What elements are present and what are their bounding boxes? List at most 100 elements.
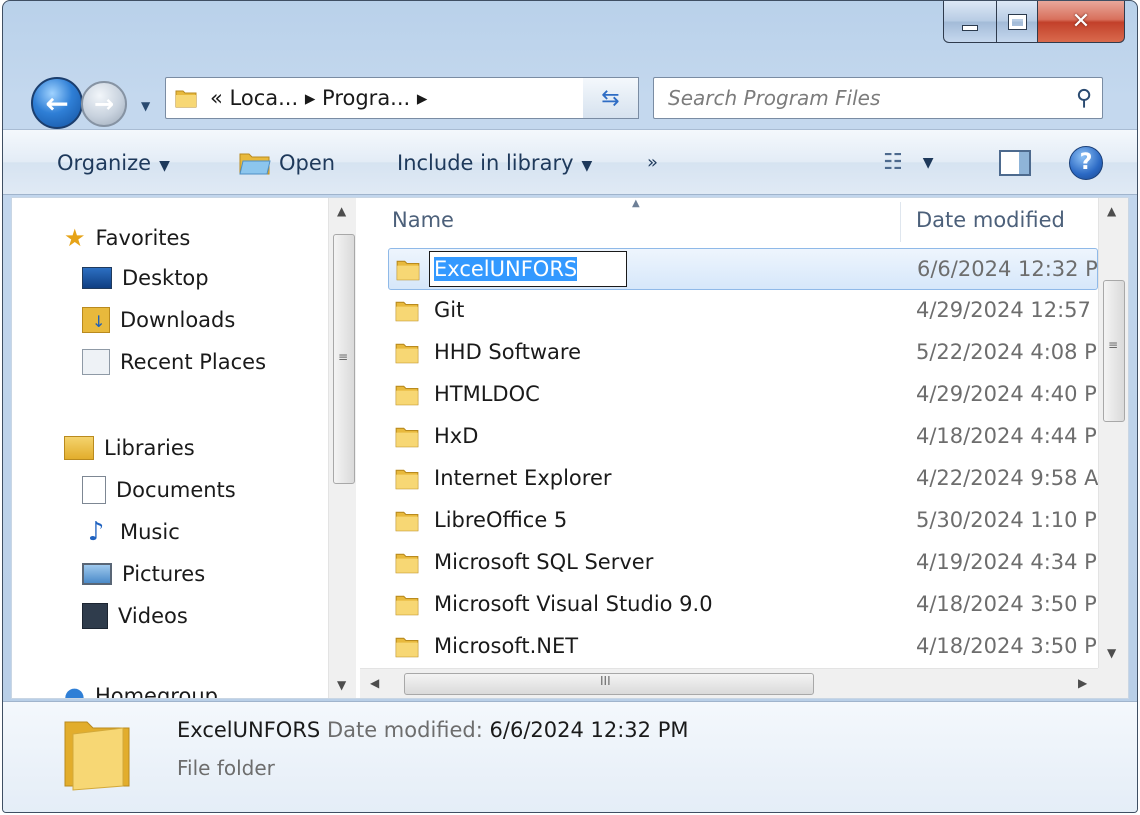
folder-icon <box>395 595 419 616</box>
forward-arrow-icon: → <box>93 90 115 118</box>
file-date: 5/30/2024 1:10 PM <box>916 508 1098 532</box>
nav-item-label: Downloads <box>120 308 236 332</box>
file-row[interactable]: Microsoft SQL Server 4/19/2024 4:34 PM <box>360 542 1098 584</box>
nav-item-label: Recent Places <box>120 350 267 374</box>
scroll-left-arrow-icon[interactable]: ◀ <box>370 676 379 690</box>
nav-item-videos[interactable]: Videos <box>82 598 188 634</box>
nav-item-pictures[interactable]: Pictures <box>82 556 205 592</box>
file-name: LibreOffice 5 <box>434 508 568 532</box>
maximize-icon <box>1007 13 1027 30</box>
folder-icon <box>395 301 419 322</box>
file-date: 4/19/2024 4:34 PM <box>916 550 1098 574</box>
navpane-scrollbar[interactable]: ▲ ≡ ▼ <box>328 198 356 698</box>
nav-group-libraries[interactable]: Libraries <box>64 430 195 466</box>
file-rows: ExcelUNFORS 6/6/2024 12:32 PM Git 4/29/2… <box>360 248 1099 668</box>
nav-item-label: Videos <box>118 604 188 628</box>
nav-item-label: Documents <box>116 478 236 502</box>
star-icon: ★ <box>64 224 86 252</box>
details-item-name: ExcelUNFORS <box>177 718 321 742</box>
nav-group-label: Libraries <box>104 436 195 460</box>
chevron-down-icon: ▼ <box>581 158 593 174</box>
file-row[interactable]: Microsoft.NET 4/18/2024 3:50 PM <box>360 626 1098 668</box>
nav-item-desktop[interactable]: Desktop <box>82 260 209 296</box>
minimize-button[interactable] <box>943 1 997 43</box>
scrollbar-corner <box>1098 668 1128 698</box>
music-icon: ♪ <box>87 517 105 547</box>
organize-button[interactable]: Organize ▼ <box>57 130 170 196</box>
file-date: 4/29/2024 12:57 PM <box>916 298 1098 322</box>
view-list-icon: ☷ <box>883 150 903 175</box>
file-row[interactable]: Internet Explorer 4/22/2024 9:58 AM <box>360 458 1098 500</box>
back-button[interactable]: ← <box>31 77 83 129</box>
scroll-up-arrow-icon[interactable]: ▲ <box>1107 204 1116 218</box>
help-button[interactable]: ? <box>1069 146 1103 180</box>
search-box[interactable]: ⚲ <box>653 77 1103 119</box>
maximize-button[interactable] <box>997 1 1037 43</box>
nav-group-homegroup[interactable]: ● Homegroup <box>64 678 218 698</box>
file-name: Git <box>434 298 465 322</box>
file-date: 4/18/2024 4:44 PM <box>916 424 1098 448</box>
include-in-library-button[interactable]: Include in library ▼ <box>397 130 592 196</box>
file-row[interactable]: Microsoft Visual Studio 9.0 4/18/2024 3:… <box>360 584 1098 626</box>
scroll-up-arrow-icon[interactable]: ▲ <box>337 204 346 218</box>
rename-input[interactable]: ExcelUNFORS <box>429 251 627 287</box>
refresh-icon: ⇆ <box>601 85 620 111</box>
nav-item-documents[interactable]: Documents <box>82 472 236 508</box>
homegroup-icon: ● <box>64 682 85 698</box>
column-header-name[interactable]: Name <box>392 208 454 232</box>
more-commands-button[interactable]: » <box>647 130 658 196</box>
file-row[interactable]: LibreOffice 5 5/30/2024 1:10 PM <box>360 500 1098 542</box>
folder-icon <box>395 637 419 658</box>
search-icon[interactable]: ⚲ <box>1066 86 1102 111</box>
file-date: 4/22/2024 9:58 AM <box>916 466 1098 490</box>
scroll-grip-icon: ≡ <box>338 350 349 364</box>
file-list-vertical-scrollbar[interactable]: ▲ ≡ ▼ <box>1098 198 1128 668</box>
folder-icon <box>64 721 130 791</box>
column-header-date-modified[interactable]: Date modified <box>916 208 1065 232</box>
nav-item-recent-places[interactable]: Recent Places <box>82 344 266 380</box>
file-row[interactable]: HTMLDOC 4/29/2024 4:40 PM <box>360 374 1098 416</box>
nav-group-favorites[interactable]: ★ Favorites <box>64 220 190 256</box>
file-name: Microsoft SQL Server <box>434 550 654 574</box>
refresh-button[interactable]: ⇆ <box>583 77 639 119</box>
folder-icon <box>395 511 419 532</box>
pictures-icon <box>82 563 112 585</box>
breadcrumb[interactable]: « Loca... ▸ Progra... ▸ <box>210 78 427 118</box>
forward-button[interactable]: → <box>81 81 127 127</box>
file-list-horizontal-scrollbar[interactable]: ◀ III ▶ <box>360 668 1098 698</box>
folder-icon <box>395 553 419 574</box>
change-view-button[interactable]: ☷ ▼ <box>883 130 934 196</box>
chevron-down-icon: ▼ <box>922 155 934 171</box>
file-row[interactable]: HHD Software 5/22/2024 4:08 PM <box>360 332 1098 374</box>
open-button[interactable]: Open <box>239 130 335 196</box>
folder-icon <box>395 469 419 490</box>
scroll-down-arrow-icon[interactable]: ▼ <box>337 678 346 692</box>
scroll-down-arrow-icon[interactable]: ▼ <box>1107 646 1116 660</box>
folder-icon <box>396 260 420 281</box>
file-name: HxD <box>434 424 479 448</box>
recent-pages-dropdown[interactable]: ▼ <box>141 99 150 113</box>
nav-item-downloads[interactable]: ↓ Downloads <box>82 302 235 338</box>
file-row[interactable]: HxD 4/18/2024 4:44 PM <box>360 416 1098 458</box>
navigation-pane: ★ Favorites Desktop ↓ Downloads Recent P… <box>12 198 356 698</box>
open-folder-icon <box>239 153 271 175</box>
nav-item-music[interactable]: ♪ Music <box>82 514 180 550</box>
title-bar[interactable]: ✕ <box>3 1 1137 65</box>
sort-ascending-icon: ▲ <box>632 198 640 209</box>
folder-icon <box>395 427 419 448</box>
search-input[interactable] <box>654 79 1066 117</box>
file-row[interactable]: Git 4/29/2024 12:57 PM <box>360 290 1098 332</box>
column-divider[interactable] <box>900 202 901 242</box>
scroll-right-arrow-icon[interactable]: ▶ <box>1078 676 1087 690</box>
minimize-icon <box>962 24 978 31</box>
chevron-down-icon: ▼ <box>159 158 170 174</box>
file-date: 4/29/2024 4:40 PM <box>916 382 1098 406</box>
close-button[interactable]: ✕ <box>1037 1 1125 43</box>
file-date: 4/18/2024 3:50 PM <box>916 592 1098 616</box>
file-name: HHD Software <box>434 340 581 364</box>
preview-pane-button[interactable] <box>999 150 1031 176</box>
file-row-selected[interactable]: ExcelUNFORS 6/6/2024 12:32 PM <box>388 248 1099 290</box>
open-label: Open <box>279 151 336 175</box>
file-list-pane: ▲ Name Date modified ExcelUNFORS 6/6/202… <box>360 198 1128 698</box>
address-bar[interactable]: « Loca... ▸ Progra... ▸ ▼ <box>165 77 731 119</box>
